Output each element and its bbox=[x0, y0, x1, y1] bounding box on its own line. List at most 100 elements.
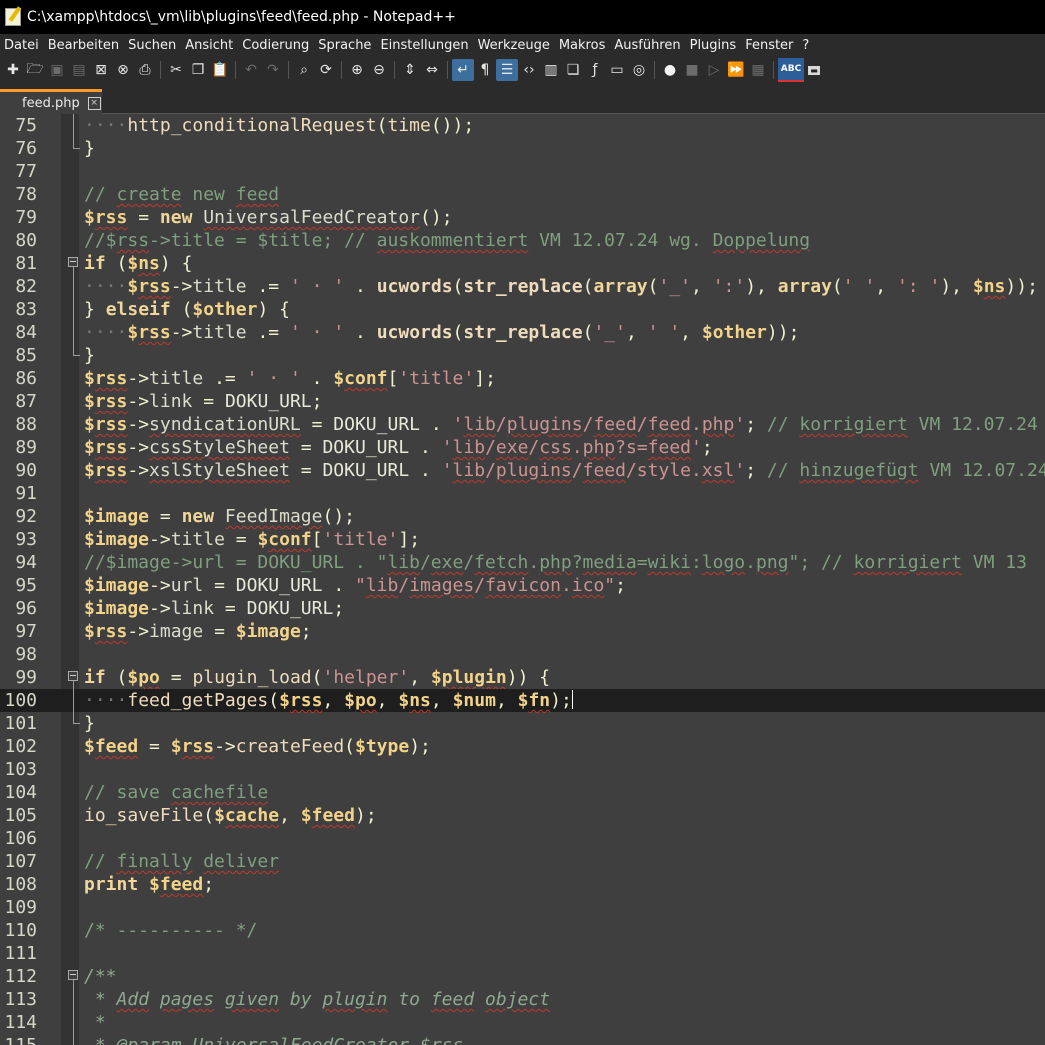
sync-horizontal-icon[interactable]: ⇔ bbox=[421, 59, 443, 81]
undo-icon[interactable]: ↶ bbox=[240, 59, 262, 81]
code-line[interactable]: 94 //$image->url = DOKU_URL . "lib/exe/fe… bbox=[0, 551, 1045, 574]
code-line[interactable]: 93 $image->title = $conf['title']; bbox=[0, 528, 1045, 551]
code-line[interactable]: 84 ····$rss->title .= ' · ' . ucwords(str… bbox=[0, 321, 1045, 344]
document-map-icon[interactable]: ▥ bbox=[540, 59, 562, 81]
menu-fenster[interactable]: Fenster bbox=[741, 38, 798, 53]
code-line[interactable]: 91 bbox=[0, 482, 1045, 505]
save-all-icon[interactable]: ▤ bbox=[68, 59, 90, 81]
code-line[interactable]: 90 $rss->xslStyleSheet = DOKU_URL . 'lib/… bbox=[0, 459, 1045, 482]
function-list-icon[interactable]: ƒ bbox=[584, 59, 606, 81]
folder-as-workspace-icon[interactable]: ▭ bbox=[606, 59, 628, 81]
current-code-line[interactable]: 100 ····feed_getPages($rss, $po, $ns, $nu… bbox=[0, 689, 1045, 712]
close-all-icon[interactable]: ⊗ bbox=[112, 59, 134, 81]
code-line[interactable]: 76} bbox=[0, 137, 1045, 160]
code-line[interactable]: 86 $rss->title .= ' · ' . $conf['title']; bbox=[0, 367, 1045, 390]
document-list-icon[interactable]: ❏ bbox=[562, 59, 584, 81]
play-macro-icon[interactable]: ▷ bbox=[703, 59, 725, 81]
line-number: 97 bbox=[15, 621, 37, 642]
code-line[interactable]: 95 $image->url = DOKU_URL . "lib/images/f… bbox=[0, 574, 1045, 597]
code-line[interactable]: 80 //$rss->title = $title; // auskommenti… bbox=[0, 229, 1045, 252]
code-line[interactable]: 102 $feed = $rss->createFeed($type); bbox=[0, 735, 1045, 758]
menu-einstellungen[interactable]: Einstellungen bbox=[376, 38, 473, 53]
menu-codierung[interactable]: Codierung bbox=[238, 38, 314, 53]
code-line[interactable]: 78 // create new feed bbox=[0, 183, 1045, 206]
code-line[interactable]: 113 * Add pages given by plugin to feed … bbox=[0, 988, 1045, 1011]
xml-tag-icon[interactable]: ‹› bbox=[518, 59, 540, 81]
menu-help[interactable]: ? bbox=[798, 38, 814, 53]
code-line[interactable]: 98 bbox=[0, 643, 1045, 666]
spell-check-icon[interactable]: ABC bbox=[778, 58, 804, 82]
menu-ansicht[interactable]: Ansicht bbox=[181, 38, 238, 53]
menu-plugins[interactable]: Plugins bbox=[686, 38, 742, 53]
code-line[interactable]: 88 $rss->syndicationURL = DOKU_URL . 'lib… bbox=[0, 413, 1045, 436]
run-macro-multiple-icon[interactable]: ⏩ bbox=[725, 59, 747, 81]
word-wrap-icon[interactable]: ↵ bbox=[452, 59, 474, 81]
zoom-out-icon[interactable]: ⊖ bbox=[368, 59, 390, 81]
code-line[interactable]: 83} elseif ($other) { bbox=[0, 298, 1045, 321]
code-line[interactable]: 114 * bbox=[0, 1011, 1045, 1034]
paste-icon[interactable]: 📋 bbox=[209, 59, 231, 81]
code-line[interactable]: 112 /** bbox=[0, 965, 1045, 988]
code-line[interactable]: 81 if ($ns) { bbox=[0, 252, 1045, 275]
code-line[interactable]: 87 $rss->link = DOKU_URL; bbox=[0, 390, 1045, 413]
code-line[interactable]: 89 $rss->cssStyleSheet = DOKU_URL . 'lib/… bbox=[0, 436, 1045, 459]
code-line[interactable]: 79 $rss = new UniversalFeedCreator(); bbox=[0, 206, 1045, 229]
code-line[interactable]: 103 bbox=[0, 758, 1045, 781]
redo-icon[interactable]: ↷ bbox=[262, 59, 284, 81]
spell-check-auto-icon[interactable]: ▬ bbox=[804, 59, 824, 81]
replace-icon[interactable]: ⟳ bbox=[315, 59, 337, 81]
code-line[interactable]: 97 $rss->image = $image; bbox=[0, 620, 1045, 643]
line-number: 87 bbox=[15, 391, 37, 412]
code-editor[interactable]: 75 ····http_conditionalRequest(time()); 76… bbox=[0, 114, 1045, 1045]
fold-toggle-icon[interactable] bbox=[68, 666, 80, 689]
find-icon[interactable]: ⌕ bbox=[293, 59, 315, 81]
menu-makros[interactable]: Makros bbox=[555, 38, 611, 53]
new-file-icon[interactable]: ✚ bbox=[2, 59, 24, 81]
code-line[interactable]: 77 bbox=[0, 160, 1045, 183]
code-line[interactable]: 110 /* ---------- */ bbox=[0, 919, 1045, 942]
code-line[interactable]: 96 $image->link = DOKU_URL; bbox=[0, 597, 1045, 620]
code-line[interactable]: 108 print $feed; bbox=[0, 873, 1045, 896]
save-macro-icon[interactable]: ▦ bbox=[747, 59, 769, 81]
code-line[interactable]: 101} bbox=[0, 712, 1045, 735]
menu-suchen[interactable]: Suchen bbox=[124, 38, 181, 53]
menu-ausführen[interactable]: Ausführen bbox=[610, 38, 685, 53]
code-line[interactable]: 82 ····$rss->title .= ' · ' . ucwords(str… bbox=[0, 275, 1045, 298]
code-line[interactable]: 85} bbox=[0, 344, 1045, 367]
fold-toggle-icon[interactable] bbox=[68, 252, 80, 275]
code-line[interactable]: 106 bbox=[0, 827, 1045, 850]
print-icon[interactable]: ⎙ bbox=[134, 59, 156, 81]
save-icon[interactable]: ▣ bbox=[46, 59, 68, 81]
stop-record-icon[interactable]: ■ bbox=[681, 59, 703, 81]
menu-werkzeuge[interactable]: Werkzeuge bbox=[474, 38, 555, 53]
copy-icon[interactable]: ❐ bbox=[187, 59, 209, 81]
menu-datei[interactable]: Datei bbox=[0, 38, 44, 53]
toolbar-separator bbox=[773, 61, 774, 79]
code-line[interactable]: 105 io_saveFile($cache, $feed); bbox=[0, 804, 1045, 827]
code-line[interactable]: 92 $image = new FeedImage(); bbox=[0, 505, 1045, 528]
tab-feed-php[interactable]: feed.php × bbox=[0, 89, 102, 114]
open-file-icon[interactable]: 🗁 bbox=[24, 59, 46, 81]
code-text: $rss->cssStyleSheet = DOKU_URL . 'lib/ex… bbox=[84, 437, 713, 458]
record-macro-icon[interactable]: ● bbox=[659, 59, 681, 81]
show-all-characters-icon[interactable]: ¶ bbox=[474, 59, 496, 81]
sync-vertical-icon[interactable]: ⇕ bbox=[399, 59, 421, 81]
zoom-in-icon[interactable]: ⊕ bbox=[346, 59, 368, 81]
line-number: 113 bbox=[4, 989, 37, 1010]
menu-sprache[interactable]: Sprache bbox=[314, 38, 376, 53]
code-line[interactable]: 107 // finally deliver bbox=[0, 850, 1045, 873]
close-icon[interactable]: ⊠ bbox=[90, 59, 112, 81]
fold-line-marker bbox=[68, 1011, 80, 1034]
code-line[interactable]: 99 if ($po = plugin_load('helper', $plugi… bbox=[0, 666, 1045, 689]
cut-icon[interactable]: ✂ bbox=[165, 59, 187, 81]
monitoring-icon[interactable]: ◎ bbox=[628, 59, 650, 81]
code-line[interactable]: 75 ····http_conditionalRequest(time()); bbox=[0, 114, 1045, 137]
code-line[interactable]: 109 bbox=[0, 896, 1045, 919]
fold-toggle-icon[interactable] bbox=[68, 965, 80, 988]
code-line[interactable]: 104 // save cachefile bbox=[0, 781, 1045, 804]
menu-bearbeiten[interactable]: Bearbeiten bbox=[44, 38, 124, 53]
indent-guide-icon[interactable]: ☰ bbox=[496, 59, 518, 81]
tab-close-icon[interactable]: × bbox=[87, 96, 101, 110]
code-line[interactable]: 115 * @param UniversalFeedCreator $rss bbox=[0, 1034, 1045, 1045]
code-line[interactable]: 111 bbox=[0, 942, 1045, 965]
